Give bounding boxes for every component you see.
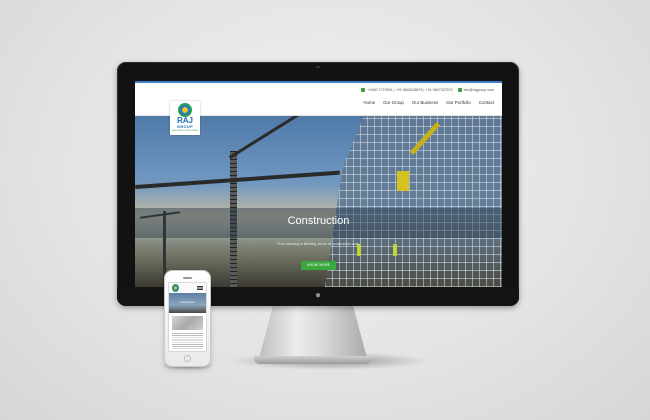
hamburger-menu-icon[interactable] (197, 286, 203, 290)
hero-banner: Construction From planning to finishing,… (135, 116, 502, 287)
monitor-stand-base (254, 356, 372, 364)
phone-icon (361, 88, 366, 93)
nav-home[interactable]: Home (363, 100, 375, 105)
hero-excavator-body (397, 171, 409, 191)
logo-tagline: BUILDERS & DEVELOPERS (171, 130, 198, 132)
hero-crane-jib-upper (228, 116, 333, 159)
know-more-button[interactable]: KNOW MORE (301, 261, 336, 270)
hero-subtitle: From planning to finishing, we do all co… (277, 242, 360, 246)
contact-bar: +0487 2737891 | +91 9846038676 | +91 984… (361, 86, 494, 94)
contact-phone[interactable]: +0487 2737891 | +91 9846038676 | +91 984… (361, 88, 453, 93)
nav-our-portfolio[interactable]: Our Portfolio (446, 100, 471, 105)
mobile-phone: Construction (165, 271, 210, 366)
monitor-stand (258, 304, 368, 362)
mobile-logo-icon[interactable] (172, 284, 179, 292)
mobile-content-image (172, 316, 203, 330)
main-nav: Home Our Group Our Business Our Portfoli… (363, 100, 494, 105)
hero-scaffolding-image (325, 116, 502, 287)
nav-contact[interactable]: Contact (479, 100, 494, 105)
logo-sub: GROUP (176, 124, 194, 129)
apple-logo-icon: ● (314, 290, 322, 301)
phone-numbers[interactable]: +0487 2737891 | +91 9846038676 | +91 984… (367, 88, 452, 92)
logo-flower-icon (178, 103, 192, 117)
phone-speaker (183, 277, 192, 279)
home-button[interactable] (184, 355, 191, 362)
mobile-content-text (172, 333, 203, 349)
nav-our-business[interactable]: Our Business (412, 100, 438, 105)
top-accent-bar (135, 81, 502, 83)
hero-title: Construction (287, 215, 350, 227)
nav-our-group[interactable]: Our Group (383, 100, 404, 105)
camera-icon (316, 66, 320, 68)
mobile-hero-title: Construction (180, 301, 195, 304)
email-icon (457, 88, 462, 93)
site-logo[interactable]: RAJ GROUP BUILDERS & DEVELOPERS (170, 101, 200, 135)
email-address[interactable]: info@rajgroup.com (464, 88, 494, 92)
contact-email[interactable]: info@rajgroup.com (457, 88, 494, 93)
mobile-screen: Construction (169, 283, 206, 351)
website-screen: +0487 2737891 | +91 9846038676 | +91 984… (135, 81, 502, 287)
